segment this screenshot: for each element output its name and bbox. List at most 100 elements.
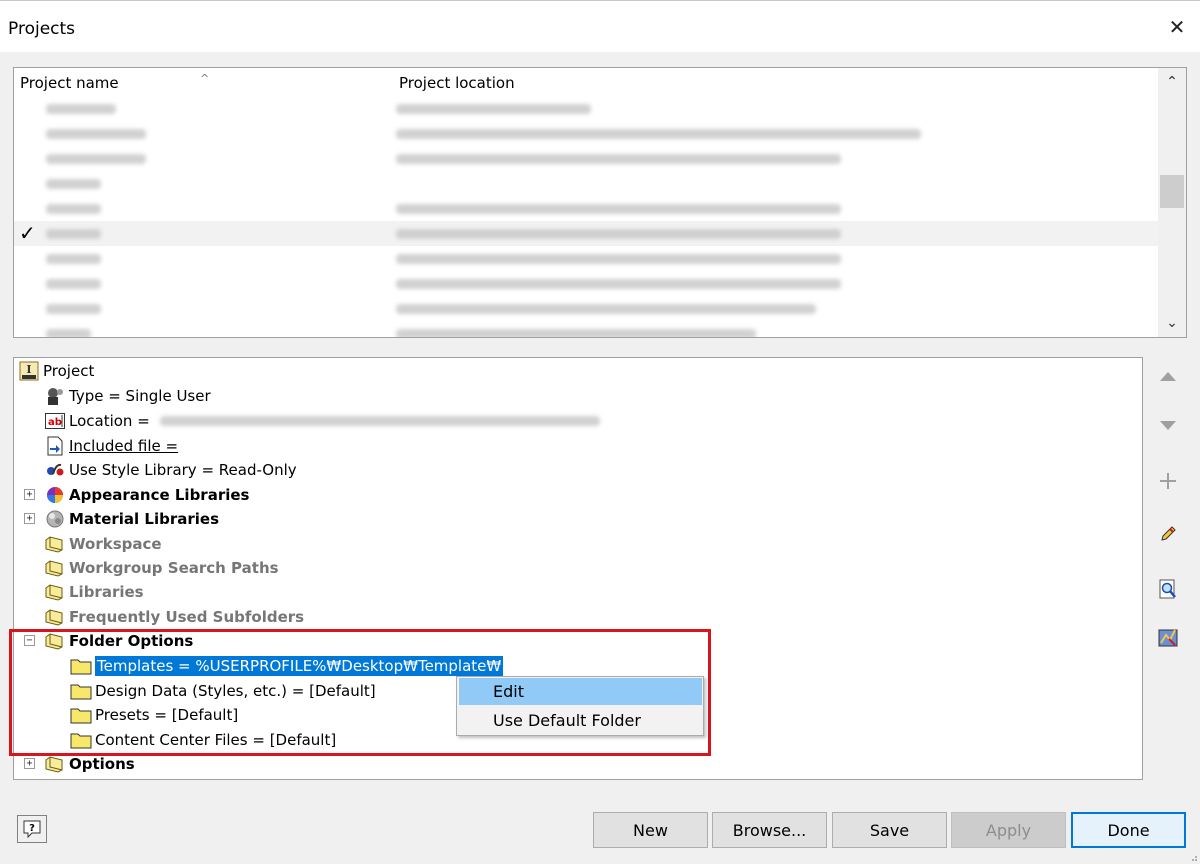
expand-toggle[interactable]: + [24, 758, 35, 769]
blurred-project-name [46, 129, 146, 139]
window-title: Projects [8, 19, 76, 39]
magnifier-icon [1159, 579, 1176, 599]
blurred-project-name [46, 329, 91, 337]
blurred-project-location [396, 204, 841, 214]
tree-item-included-file[interactable]: Included file = [44, 434, 178, 458]
project-row[interactable] [14, 96, 1159, 121]
menu-item-edit[interactable]: Edit [459, 678, 702, 705]
sort-ascending-icon: ^ [200, 72, 210, 85]
tree-item-project[interactable]: I Project [18, 359, 94, 383]
tree-item-location[interactable]: ab Location = [44, 409, 600, 433]
tree-item-type[interactable]: Type = Single User [44, 384, 211, 408]
project-row[interactable] [14, 271, 1159, 296]
move-down-button[interactable] [1152, 410, 1184, 442]
title-bar: Projects ✕ [0, 0, 1200, 52]
project-row[interactable] [14, 146, 1159, 171]
save-button[interactable]: Save [832, 812, 947, 848]
tree-item-appearance-libraries[interactable]: Appearance Libraries [44, 483, 249, 507]
blurred-project-location [396, 329, 756, 337]
tree-label-project: Project [43, 362, 95, 380]
menu-item-use-default-folder[interactable]: Use Default Folder [459, 707, 702, 734]
expand-toggle[interactable]: + [24, 513, 35, 524]
blurred-project-name [46, 229, 101, 239]
add-button[interactable] [1152, 465, 1184, 497]
browse-button[interactable]: Browse... [712, 812, 827, 848]
blurred-project-location [396, 254, 841, 264]
context-menu: Edit Use Default Folder [456, 676, 704, 736]
browse-path-button[interactable] [1152, 622, 1184, 654]
blurred-project-location [396, 279, 841, 289]
material-library-icon [44, 509, 66, 529]
plus-icon [1160, 473, 1176, 489]
tree-item-material-libraries[interactable]: Material Libraries [44, 507, 219, 531]
tree-label-style-library: Use Style Library = Read-Only [69, 461, 297, 479]
tree-label-options: Options [69, 755, 135, 773]
text-field-icon: ab [44, 411, 66, 431]
pencil-icon [1161, 526, 1176, 541]
folder-icon [44, 534, 66, 554]
tree-label-workgroup-search-paths: Workgroup Search Paths [69, 559, 279, 577]
project-list-scrollbar[interactable]: ⌃ ⌄ [1158, 68, 1186, 337]
scroll-up-arrow-icon[interactable]: ⌃ [1158, 68, 1186, 96]
folder-icon [44, 558, 66, 578]
project-list[interactable]: Project name ^ Project location ✓ ⌃ ⌄ [13, 67, 1187, 338]
single-user-icon [44, 386, 66, 406]
tree-item-workgroup-search-paths[interactable]: Workgroup Search Paths [44, 556, 279, 580]
triangle-up-icon [1160, 372, 1176, 381]
scroll-down-arrow-icon[interactable]: ⌄ [1158, 309, 1186, 337]
triangle-down-icon [1160, 421, 1176, 430]
blurred-project-location [396, 229, 841, 239]
blurred-project-location [396, 129, 921, 139]
move-up-button[interactable] [1152, 360, 1184, 392]
find-button[interactable] [1152, 573, 1184, 605]
tree-label-location: Location = [69, 412, 150, 430]
project-row[interactable] [14, 171, 1159, 196]
svg-text:I: I [26, 363, 31, 376]
blurred-project-name [46, 179, 101, 189]
blurred-project-location [396, 154, 841, 164]
blurred-project-name [46, 204, 101, 214]
edit-button[interactable] [1152, 518, 1184, 550]
tree-item-frequently-used-subfolders[interactable]: Frequently Used Subfolders [44, 605, 304, 629]
folder-icon [44, 582, 66, 602]
help-icon: ? [23, 820, 41, 839]
close-button[interactable]: ✕ [1154, 7, 1200, 47]
blurred-project-name [46, 154, 146, 164]
project-row-active[interactable]: ✓ [14, 221, 1159, 246]
tree-label-workspace: Workspace [69, 535, 162, 553]
tree-label-material-libraries: Material Libraries [69, 510, 220, 528]
apply-button[interactable]: Apply [951, 812, 1066, 848]
project-row[interactable] [14, 121, 1159, 146]
folder-icon [44, 754, 66, 774]
tree-label-type: Type = Single User [69, 387, 211, 405]
tree-item-style-library[interactable]: Use Style Library = Read-Only [44, 458, 297, 482]
tree-label-frequently-used-subfolders: Frequently Used Subfolders [69, 608, 305, 626]
checkmark-icon: ✓ [19, 221, 36, 245]
project-row[interactable] [14, 196, 1159, 221]
done-button[interactable]: Done [1071, 812, 1186, 848]
help-button[interactable]: ? [17, 815, 47, 843]
blurred-project-name [46, 254, 101, 264]
project-row[interactable] [14, 296, 1159, 321]
blurred-project-location [396, 104, 591, 114]
appearance-library-icon [44, 485, 66, 505]
blurred-project-location [396, 304, 816, 314]
project-row[interactable] [14, 321, 1159, 337]
included-file-icon [44, 436, 66, 456]
blurred-project-name [46, 304, 101, 314]
folder-icon [44, 607, 66, 627]
expand-toggle[interactable]: + [24, 489, 35, 500]
inventor-project-icon: I [18, 361, 40, 381]
tree-label-included-file: Included file = [69, 437, 179, 455]
column-header-project-name[interactable]: Project name [20, 74, 119, 92]
scrollbar-thumb[interactable] [1160, 175, 1184, 208]
tree-item-workspace[interactable]: Workspace [44, 532, 162, 556]
column-header-project-location[interactable]: Project location [399, 74, 515, 92]
blurred-project-name [46, 279, 101, 289]
path-browse-icon [1158, 629, 1178, 647]
tree-item-libraries[interactable]: Libraries [44, 580, 144, 604]
resize-grip-icon[interactable] [1188, 852, 1198, 862]
new-button[interactable]: New [593, 812, 708, 848]
tree-label-libraries: Libraries [69, 583, 144, 601]
project-row[interactable] [14, 246, 1159, 271]
